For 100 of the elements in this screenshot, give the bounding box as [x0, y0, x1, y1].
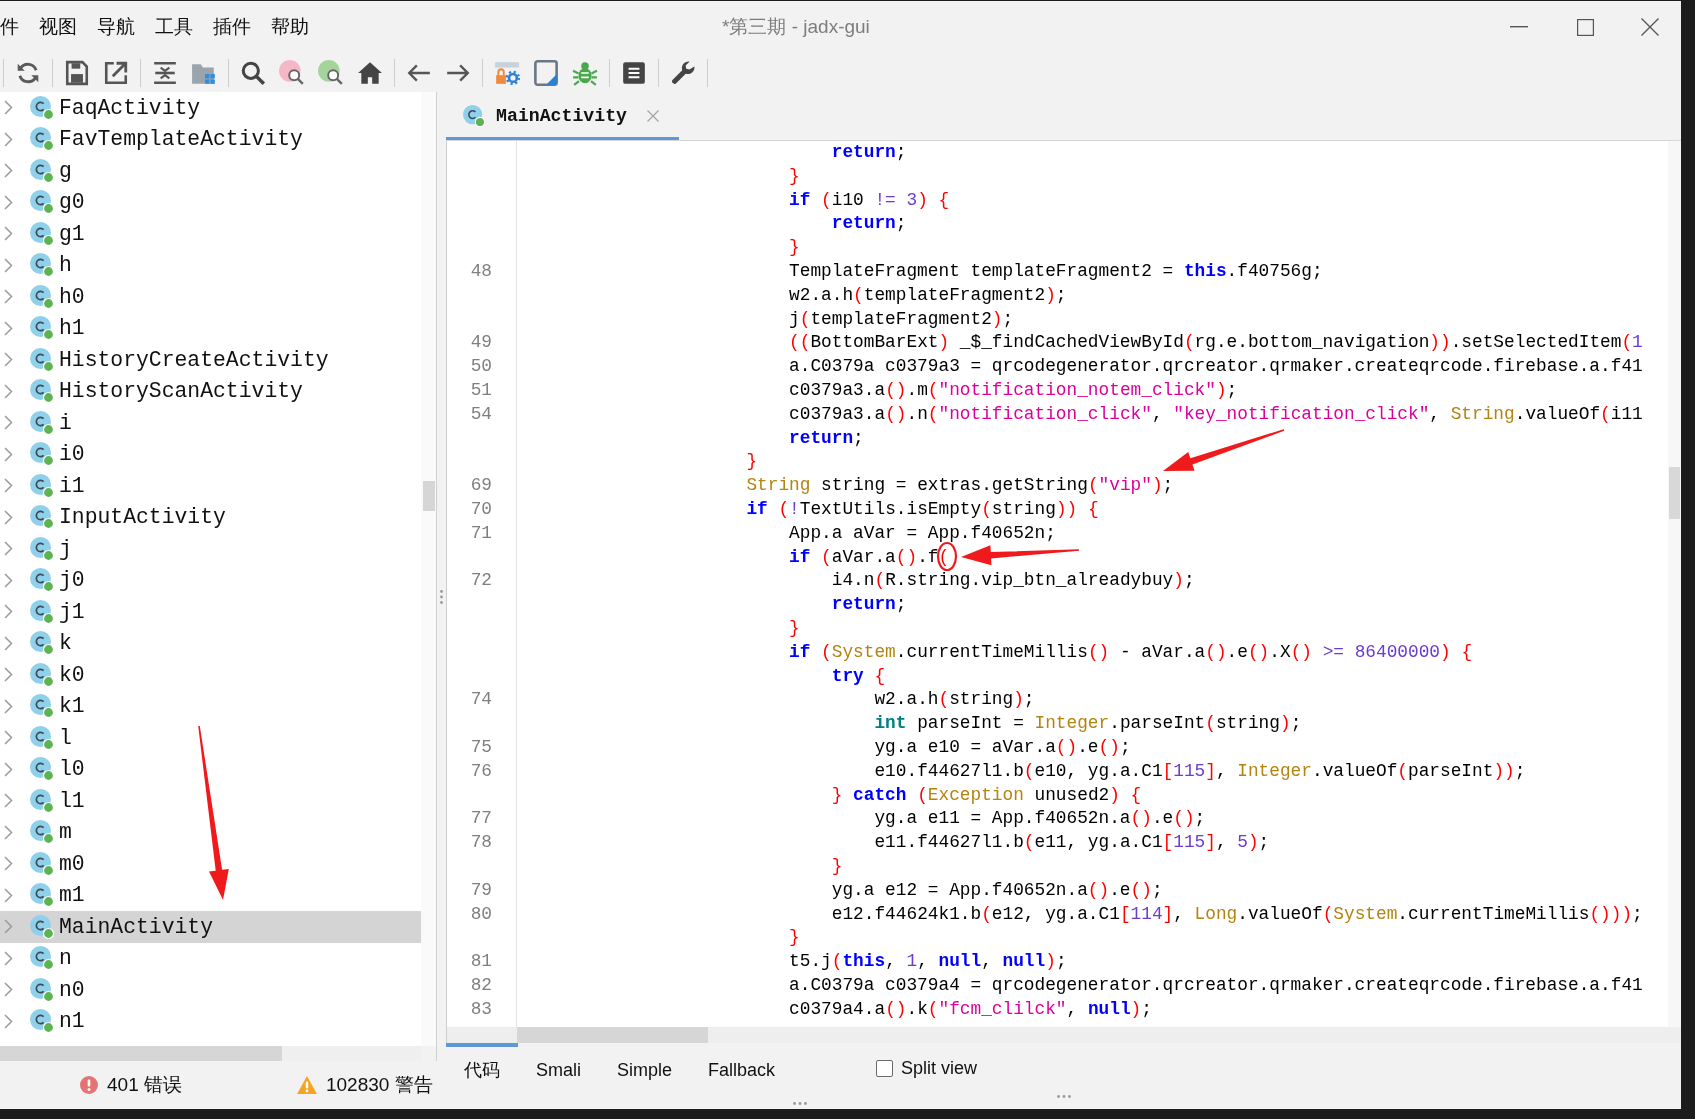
- wrench-icon[interactable]: [670, 59, 696, 86]
- code-line: return;: [831, 213, 907, 234]
- chevron-right-icon[interactable]: [4, 824, 13, 840]
- chevron-right-icon[interactable]: [4, 635, 13, 651]
- tree-item[interactable]: n0: [0, 974, 421, 1006]
- line-number: 83: [470, 998, 492, 1019]
- chevron-right-icon[interactable]: [4, 478, 13, 494]
- chevron-right-icon[interactable]: [4, 320, 13, 336]
- chevron-right-icon[interactable]: [4, 698, 13, 714]
- list-icon[interactable]: [621, 59, 647, 86]
- chevron-right-icon[interactable]: [4, 226, 13, 242]
- tree-item[interactable]: HistoryCreateActivity: [0, 344, 421, 376]
- circle-search-icon[interactable]: [279, 59, 305, 86]
- tree-item[interactable]: j: [0, 533, 421, 565]
- line-number: 50: [470, 356, 492, 377]
- tree-item[interactable]: j1: [0, 596, 421, 628]
- tree-item[interactable]: k0: [0, 659, 421, 691]
- tree-item[interactable]: InputActivity: [0, 501, 421, 533]
- code-line: a.C0379a c0379a4 = qrcodegenerator.qrcreator.qrmaker.createqrcode.firebase.a.f41: [789, 974, 1643, 995]
- chevron-right-icon[interactable]: [4, 131, 13, 147]
- chevron-right-icon[interactable]: [4, 163, 13, 179]
- tree-item[interactable]: k1: [0, 690, 421, 722]
- tree-item[interactable]: h: [0, 249, 421, 281]
- search-icon[interactable]: [240, 59, 266, 86]
- menu-item[interactable]: 插件: [213, 14, 251, 40]
- page-corner-icon[interactable]: [533, 59, 559, 86]
- scrollbar-thumb[interactable]: [517, 1027, 708, 1043]
- tree-item[interactable]: g: [0, 155, 421, 187]
- bug-icon[interactable]: [572, 59, 598, 86]
- tree-item[interactable]: m0: [0, 848, 421, 880]
- chevron-right-icon[interactable]: [4, 446, 13, 462]
- minimize-icon[interactable]: [1510, 26, 1528, 28]
- grip-icon[interactable]: [1057, 1095, 1071, 1098]
- chevron-right-icon[interactable]: [4, 982, 13, 998]
- chevron-right-icon[interactable]: [4, 352, 13, 368]
- tree-item[interactable]: HistoryScanActivity: [0, 375, 421, 407]
- menu-item[interactable]: 视图: [39, 14, 77, 40]
- grip-icon[interactable]: [793, 1102, 807, 1105]
- tree-item[interactable]: l: [0, 722, 421, 754]
- tree-item[interactable]: m: [0, 816, 421, 848]
- chevron-right-icon[interactable]: [4, 1013, 13, 1029]
- chevron-right-icon[interactable]: [4, 887, 13, 903]
- chevron-right-icon[interactable]: [4, 572, 13, 588]
- view-tab[interactable]: 代码: [446, 1043, 518, 1093]
- chevron-right-icon[interactable]: [4, 194, 13, 210]
- export-icon[interactable]: [103, 59, 129, 86]
- chevron-right-icon[interactable]: [4, 415, 13, 431]
- chevron-right-icon[interactable]: [4, 761, 13, 777]
- line-number: 74: [470, 689, 492, 710]
- chevron-right-icon[interactable]: [4, 541, 13, 557]
- chevron-right-icon[interactable]: [4, 856, 13, 872]
- checkbox[interactable]: [876, 1059, 894, 1077]
- line-arrows-icon[interactable]: [152, 59, 178, 86]
- view-tab[interactable]: Smali: [518, 1043, 599, 1093]
- tree-item[interactable]: l1: [0, 785, 421, 817]
- chevron-right-icon[interactable]: [4, 604, 13, 620]
- tree-item[interactable]: n1: [0, 1005, 421, 1037]
- tree-item[interactable]: h0: [0, 281, 421, 313]
- circle-search-icon[interactable]: [318, 59, 344, 86]
- tree-item[interactable]: g0: [0, 186, 421, 218]
- chevron-right-icon[interactable]: [4, 383, 13, 399]
- chevron-right-icon[interactable]: [4, 793, 13, 809]
- scrollbar-thumb[interactable]: [422, 481, 435, 511]
- tree-item[interactable]: i0: [0, 438, 421, 470]
- view-tab[interactable]: Fallback: [690, 1043, 794, 1093]
- chevron-right-icon[interactable]: [4, 289, 13, 305]
- menu-item[interactable]: 工具: [155, 14, 193, 40]
- tree-item[interactable]: i1: [0, 470, 421, 502]
- tree-item[interactable]: n: [0, 942, 421, 974]
- chevron-right-icon[interactable]: [4, 730, 13, 746]
- chevron-right-icon[interactable]: [4, 950, 13, 966]
- save-icon[interactable]: [64, 59, 90, 86]
- code-line: e10.f44627l1.b(e10, yg.a.C1[115], Integer.valueOf(parseInt));: [874, 760, 1526, 781]
- chevron-right-icon[interactable]: [4, 667, 13, 683]
- tree-item[interactable]: g1: [0, 218, 421, 250]
- maximize-icon[interactable]: [1577, 18, 1594, 36]
- tree-item[interactable]: i: [0, 407, 421, 439]
- tree-item[interactable]: m1: [0, 879, 421, 911]
- tree-item[interactable]: j0: [0, 564, 421, 596]
- chevron-right-icon[interactable]: [4, 509, 13, 525]
- checkbox-label[interactable]: Split view: [901, 1057, 978, 1079]
- grip-icon[interactable]: [440, 590, 443, 604]
- tree-item[interactable]: h1: [0, 312, 421, 344]
- menu-item[interactable]: 件: [0, 14, 19, 40]
- lock-gear-icon[interactable]: [494, 59, 520, 86]
- scrollbar-thumb[interactable]: [1669, 467, 1680, 519]
- tree-item[interactable]: FavTemplateActivity: [0, 123, 421, 155]
- close-icon[interactable]: [1641, 18, 1659, 36]
- tree-item[interactable]: l0: [0, 753, 421, 785]
- class-icon: [30, 599, 54, 624]
- tree-item[interactable]: FaqActivity: [0, 92, 421, 124]
- chevron-right-icon[interactable]: [4, 100, 13, 116]
- tree-item[interactable]: MainActivity: [0, 911, 421, 943]
- scrollbar-thumb[interactable]: [0, 1046, 282, 1061]
- tree-item[interactable]: k: [0, 627, 421, 659]
- menu-item[interactable]: 帮助: [271, 14, 309, 40]
- menu-item[interactable]: 导航: [97, 14, 135, 40]
- chevron-right-icon[interactable]: [4, 257, 13, 273]
- view-tab[interactable]: Simple: [599, 1043, 691, 1093]
- chevron-right-icon[interactable]: [4, 919, 13, 935]
